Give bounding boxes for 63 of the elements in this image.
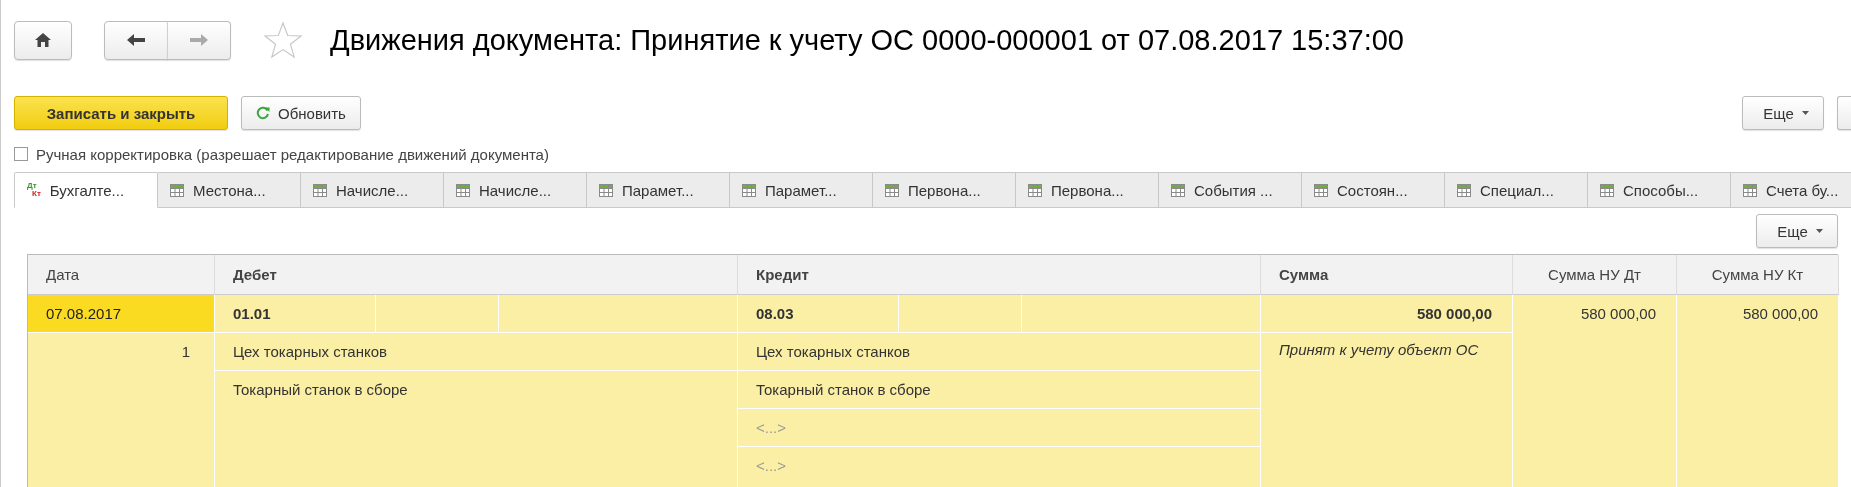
tab[interactable]: События ... xyxy=(1159,172,1302,208)
table-icon xyxy=(885,183,899,197)
refresh-button[interactable]: Обновить xyxy=(241,96,361,130)
checkbox[interactable] xyxy=(14,147,28,161)
table-cell: 08.03 xyxy=(738,295,899,333)
column-header[interactable]: Дебет xyxy=(215,255,738,295)
more-button[interactable]: Еще xyxy=(1742,96,1824,130)
home-button[interactable] xyxy=(14,20,72,60)
table-icon xyxy=(1457,183,1471,197)
home-icon xyxy=(34,32,52,48)
table-cell: Цех токарных станков xyxy=(215,333,738,371)
tab[interactable]: Способы... xyxy=(1588,172,1731,208)
table-cell: 580 000,00 xyxy=(1513,295,1677,487)
tab[interactable]: Первона... xyxy=(873,172,1016,208)
table-icon xyxy=(170,183,184,197)
table-icon xyxy=(1028,183,1042,197)
tab[interactable]: Счета бу... xyxy=(1731,172,1851,208)
column-header[interactable]: Сумма xyxy=(1261,255,1513,295)
table-cell: 580 000,00 xyxy=(1677,295,1839,487)
column-header[interactable]: Кредит xyxy=(738,255,1261,295)
tab[interactable]: Первона... xyxy=(1016,172,1159,208)
table-cell: 01.01 xyxy=(215,295,376,333)
table-cell: Токарный станок в сборе xyxy=(738,371,1261,409)
table-cell: 1 xyxy=(28,333,215,487)
back-button[interactable] xyxy=(104,20,168,60)
tab[interactable]: Состоян... xyxy=(1302,172,1445,208)
toolbar-button[interactable] xyxy=(1837,96,1851,130)
table-cell: <...> xyxy=(738,447,1261,487)
checkbox-label: Ручная корректировка (разрешает редактирование движений документа) xyxy=(36,145,549,163)
table-cell: Принят к учету объект ОС xyxy=(1261,333,1513,487)
star-icon[interactable] xyxy=(263,21,303,59)
window-title: Движения документа: Принятие к учету ОС 0000-000001 от 07.08.2017 15:37:00 xyxy=(330,23,1404,57)
table-cell: 580 000,00 xyxy=(1261,295,1513,333)
table-cell: Токарный станок в сборе xyxy=(215,371,738,487)
left-arrow-icon xyxy=(126,33,146,47)
table-cell: <...> xyxy=(738,409,1261,447)
table-icon xyxy=(1171,183,1185,197)
tab[interactable]: Парамет... xyxy=(587,172,730,208)
column-header[interactable]: Дата xyxy=(28,255,215,295)
table-cell: Цех токарных станков xyxy=(738,333,1261,371)
table-icon xyxy=(599,183,613,197)
column-header[interactable]: Сумма НУ Дт xyxy=(1513,255,1677,295)
tab[interactable]: Дт Кт Бухгалте... xyxy=(14,172,158,208)
table-icon xyxy=(1743,183,1757,197)
column-header[interactable]: Сумма НУ Кт xyxy=(1677,255,1839,295)
table-icon xyxy=(742,183,756,197)
tab[interactable]: Парамет... xyxy=(730,172,873,208)
table-icon xyxy=(1314,183,1328,197)
more-button[interactable]: Еще xyxy=(1756,214,1838,248)
tab[interactable]: Начисле... xyxy=(301,172,444,208)
table-icon xyxy=(313,183,327,197)
table-icon xyxy=(456,183,470,197)
table-cell: 07.08.2017 xyxy=(28,295,215,333)
save-close-button[interactable]: Записать и закрыть xyxy=(14,96,228,130)
tab[interactable]: Специал... xyxy=(1445,172,1588,208)
table-icon xyxy=(1600,183,1614,197)
right-arrow-icon xyxy=(189,33,209,47)
debit-credit-icon: Дт Кт xyxy=(27,182,41,198)
tab[interactable]: Местона... xyxy=(158,172,301,208)
refresh-icon xyxy=(256,106,270,120)
caret-icon xyxy=(1801,111,1809,115)
caret-icon xyxy=(1815,229,1823,233)
tab[interactable]: Начисле... xyxy=(444,172,587,208)
